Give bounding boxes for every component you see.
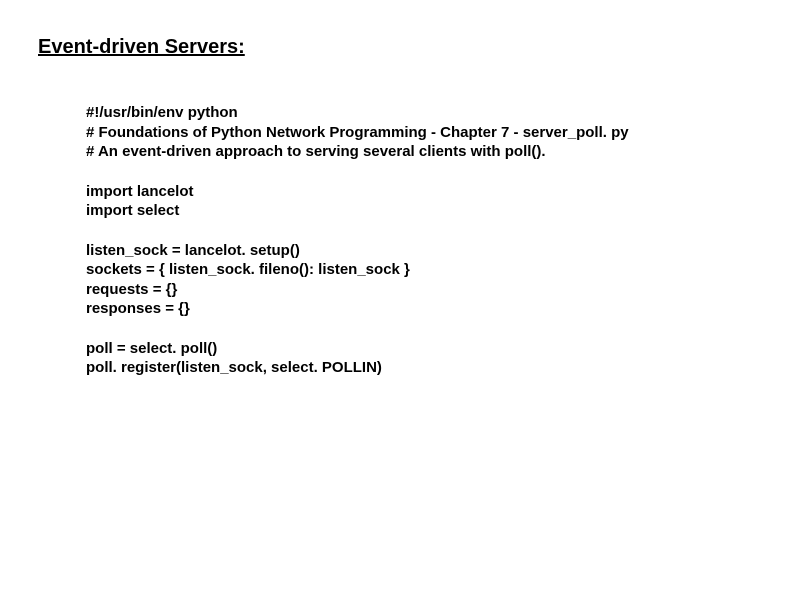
- code-line: sockets = { listen_sock. fileno(): liste…: [86, 260, 794, 280]
- code-line: responses = {}: [86, 299, 794, 319]
- code-line: poll = select. poll(): [86, 339, 794, 359]
- code-line: # An event-driven approach to serving se…: [86, 142, 794, 162]
- code-block-2: import lancelot import select: [86, 182, 794, 221]
- code-block-4: poll = select. poll() poll. register(lis…: [86, 339, 794, 378]
- code-line: import select: [86, 201, 794, 221]
- slide-title: Event-driven Servers:: [38, 36, 794, 59]
- code-line: listen_sock = lancelot. setup(): [86, 241, 794, 261]
- code-content: #!/usr/bin/env python # Foundations of P…: [38, 103, 794, 378]
- code-line: poll. register(listen_sock, select. POLL…: [86, 358, 794, 378]
- code-block-1: #!/usr/bin/env python # Foundations of P…: [86, 103, 794, 162]
- code-line: # Foundations of Python Network Programm…: [86, 123, 794, 143]
- code-line: requests = {}: [86, 280, 794, 300]
- code-line: #!/usr/bin/env python: [86, 103, 794, 123]
- code-block-3: listen_sock = lancelot. setup() sockets …: [86, 241, 794, 319]
- code-line: import lancelot: [86, 182, 794, 202]
